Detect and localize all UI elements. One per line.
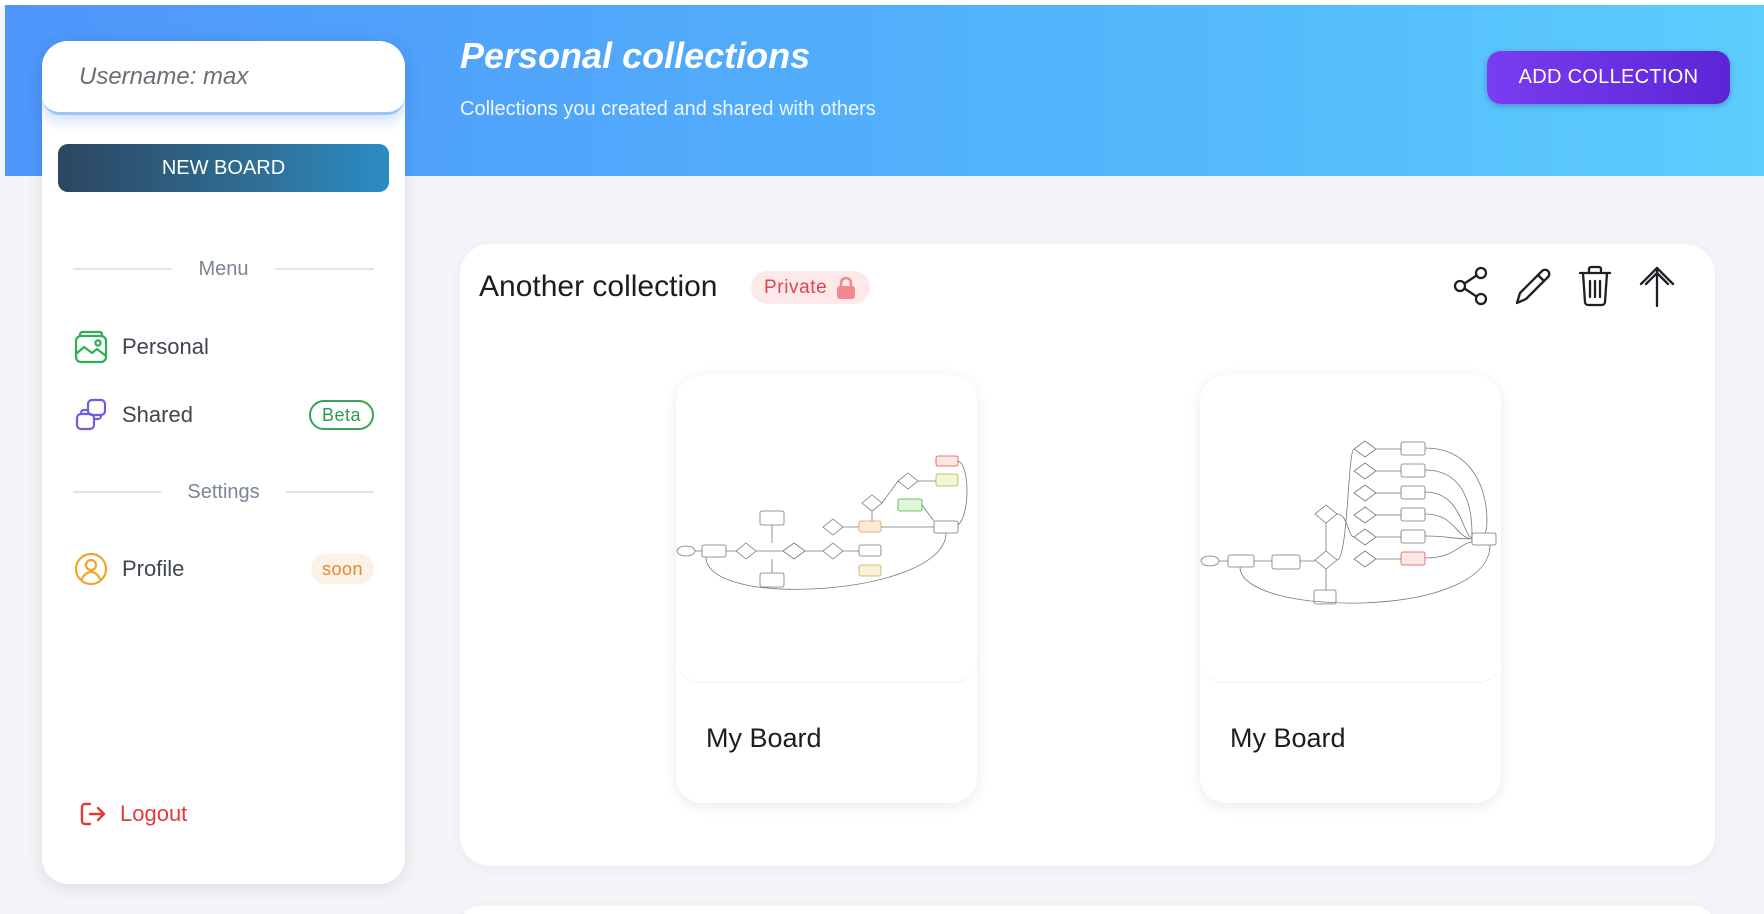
sidebar: Username: max NEW BOARD Menu Personal Sh… <box>42 41 405 884</box>
lock-icon <box>835 276 857 300</box>
add-collection-button[interactable]: ADD COLLECTION <box>1487 51 1730 104</box>
logout-icon <box>78 799 108 829</box>
visibility-label: Private <box>764 276 828 298</box>
logout-button[interactable]: Logout <box>78 796 187 832</box>
page-title: Personal collections <box>460 35 811 76</box>
trash-icon[interactable] <box>1575 264 1615 308</box>
collection-card: Another collection Private My Board My B… <box>460 244 1715 866</box>
board-thumbnail <box>1200 375 1501 683</box>
sidebar-item-label: Personal <box>122 334 209 359</box>
menu-section-header: Menu <box>73 257 374 281</box>
board-card[interactable]: My Board <box>676 375 977 803</box>
beta-badge: Beta <box>308 400 374 430</box>
edit-icon[interactable] <box>1513 264 1553 308</box>
logout-label: Logout <box>120 801 188 826</box>
sidebar-item-label: Shared <box>122 402 193 427</box>
board-name: My Board <box>1230 723 1346 753</box>
board-card[interactable]: My Board <box>1200 375 1501 803</box>
settings-section-header: Settings <box>73 480 375 504</box>
sidebar-item-shared[interactable]: Shared Beta <box>73 395 374 435</box>
username-display: Username: max <box>42 41 405 115</box>
gallery-icon <box>73 329 109 365</box>
collection-title: Another collection <box>479 270 718 303</box>
share-icon[interactable] <box>1451 264 1491 308</box>
sidebar-item-profile[interactable]: Profile soon <box>73 549 374 589</box>
board-name: My Board <box>706 723 822 753</box>
user-circle-icon <box>73 551 109 587</box>
visibility-badge: Private <box>751 271 871 304</box>
new-board-button[interactable]: NEW BOARD <box>58 144 389 192</box>
page-subtitle: Collections you created and shared with … <box>460 98 876 120</box>
collection-actions <box>1451 264 1677 308</box>
soon-badge: soon <box>310 554 374 584</box>
board-thumbnail <box>676 375 977 683</box>
collection-card <box>460 906 1715 914</box>
move-up-icon[interactable] <box>1637 264 1677 308</box>
sidebar-item-personal[interactable]: Personal <box>73 327 374 367</box>
shared-copy-icon <box>73 397 109 433</box>
sidebar-item-label: Profile <box>122 556 185 581</box>
